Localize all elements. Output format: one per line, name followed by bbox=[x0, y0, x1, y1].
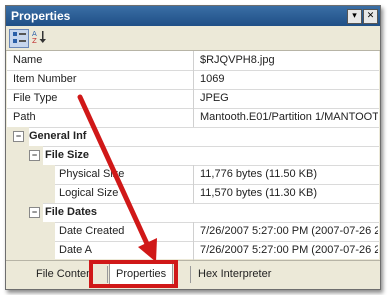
annotation-arrow bbox=[77, 94, 157, 262]
